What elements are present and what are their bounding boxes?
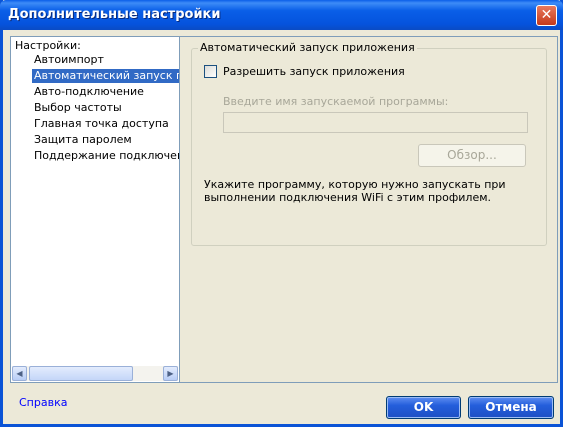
auto-launch-group: Автоматический запуск приложения Разреши… bbox=[191, 41, 547, 246]
settings-tree[interactable]: Настройки: Автоимпорт Автоматический зап… bbox=[10, 36, 198, 383]
ok-button[interactable]: OK bbox=[386, 396, 461, 419]
title-bar[interactable]: Дополнительные настройки ✕ bbox=[0, 0, 563, 30]
close-button[interactable]: ✕ bbox=[536, 5, 557, 26]
allow-launch-checkbox[interactable] bbox=[204, 65, 217, 78]
scroll-left-button[interactable]: ◀ bbox=[12, 366, 27, 381]
settings-dialog: Дополнительные настройки ✕ Настройки: Ав… bbox=[0, 0, 563, 427]
help-link[interactable]: Справка bbox=[19, 396, 67, 409]
dialog-client-area: Настройки: Автоимпорт Автоматический зап… bbox=[3, 30, 560, 424]
tree-item-auto-launch[interactable]: Автоматический запуск приложения bbox=[32, 69, 180, 83]
tree-horizontal-scrollbar[interactable]: ◀ ▶ bbox=[12, 366, 178, 381]
arrow-left-icon: ◀ bbox=[16, 369, 23, 378]
hint-text: Укажите программу, которую нужно запуска… bbox=[204, 178, 506, 204]
tree-item-main-access-point[interactable]: Главная точка доступа bbox=[32, 117, 171, 131]
program-name-input[interactable] bbox=[223, 112, 528, 133]
window-title: Дополнительные настройки bbox=[8, 7, 221, 22]
tree-item-frequency[interactable]: Выбор частоты bbox=[32, 101, 124, 115]
tree-item-password[interactable]: Защита паролем bbox=[32, 133, 134, 147]
arrow-right-icon: ▶ bbox=[167, 369, 174, 378]
tree-item-autoimport[interactable]: Автоимпорт bbox=[32, 53, 106, 67]
tree-root-label: Настройки: bbox=[15, 39, 81, 52]
settings-panel: Автоматический запуск приложения Разреши… bbox=[179, 36, 558, 383]
tree-item-keep-alive[interactable]: Поддержание подключения bbox=[32, 149, 200, 163]
close-icon: ✕ bbox=[540, 7, 553, 23]
program-name-label: Введите имя запускаемой программы: bbox=[223, 95, 449, 108]
scroll-right-button[interactable]: ▶ bbox=[163, 366, 178, 381]
tree-item-auto-connect[interactable]: Авто-подключение bbox=[32, 85, 146, 99]
scroll-thumb[interactable] bbox=[29, 366, 133, 381]
cancel-button[interactable]: Отмена bbox=[468, 396, 554, 419]
browse-button[interactable]: Обзор... bbox=[418, 144, 526, 167]
group-title: Автоматический запуск приложения bbox=[198, 41, 417, 54]
allow-launch-label[interactable]: Разрешить запуск приложения bbox=[223, 65, 405, 78]
